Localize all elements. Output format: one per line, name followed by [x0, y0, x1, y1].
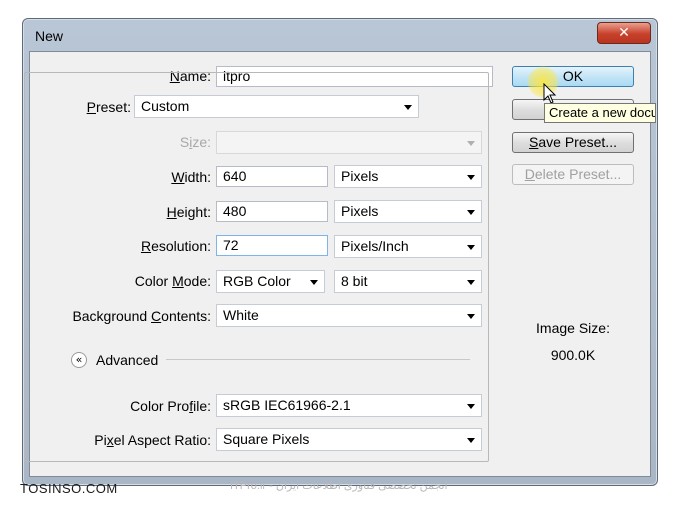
pixel-aspect-ratio-label: Pixel Aspect Ratio: — [94, 432, 211, 448]
image-size-label: Image Size: — [536, 320, 610, 336]
resolution-label: Resolution: — [140, 238, 211, 254]
color-profile-select[interactable]: sRGB IEC61966-2.1 — [216, 394, 482, 417]
color-profile-label: Color Profile: — [130, 398, 211, 414]
save-preset-button[interactable]: Save Preset... — [512, 132, 634, 153]
height-label: Height: — [166, 204, 211, 220]
advanced-divider — [166, 359, 470, 360]
bit-depth-select[interactable]: 8 bit — [334, 270, 482, 293]
watermark-caption: ITPro.ir - انجمن تخصصی فناوری اطلاعات ای… — [230, 480, 448, 492]
mouse-cursor-icon — [543, 83, 557, 104]
resolution-unit-select[interactable]: Pixels/Inch — [334, 235, 482, 258]
advanced-label: Advanced — [96, 352, 159, 368]
width-unit-select[interactable]: Pixels — [334, 165, 482, 188]
chevron-down-icon — [467, 280, 475, 285]
chevron-down-icon — [467, 175, 475, 180]
close-icon: ✕ — [618, 25, 630, 41]
pixel-aspect-ratio-select[interactable]: Square Pixels — [216, 428, 482, 451]
height-unit-select[interactable]: Pixels — [334, 200, 482, 223]
background-contents-label: Background Contents: — [72, 308, 211, 324]
chevron-down-icon — [467, 404, 475, 409]
background-contents-select[interactable]: White — [216, 304, 482, 327]
dialog-title: New — [35, 28, 64, 44]
tooltip: Create a new document — [544, 103, 656, 123]
chevron-down-icon — [467, 314, 475, 319]
delete-preset-button: Delete Preset... — [512, 164, 634, 185]
chevron-down-icon — [467, 210, 475, 215]
chevron-down-icon — [467, 438, 475, 443]
collapse-advanced-icon[interactable]: « — [71, 352, 87, 368]
chevron-down-icon — [310, 280, 318, 285]
chevron-down-icon — [467, 245, 475, 250]
watermark-logo: TOSINSO.COM — [20, 481, 118, 496]
close-button[interactable]: ✕ — [597, 22, 651, 44]
size-select — [216, 131, 482, 154]
width-label: Width: — [171, 169, 211, 185]
image-size-value: 900.0K — [550, 347, 596, 363]
chevron-down-icon — [467, 141, 475, 146]
width-input[interactable]: 640 — [216, 166, 328, 187]
preset-label: Preset: — [76, 99, 134, 115]
height-input[interactable]: 480 — [216, 201, 328, 222]
preset-select[interactable]: Custom — [134, 95, 419, 118]
color-mode-label: Color Mode: — [134, 273, 211, 289]
size-label: Size: — [179, 134, 211, 150]
chevron-down-icon — [404, 105, 412, 110]
color-mode-select[interactable]: RGB Color — [216, 270, 325, 293]
resolution-input[interactable]: 72 — [216, 235, 328, 256]
